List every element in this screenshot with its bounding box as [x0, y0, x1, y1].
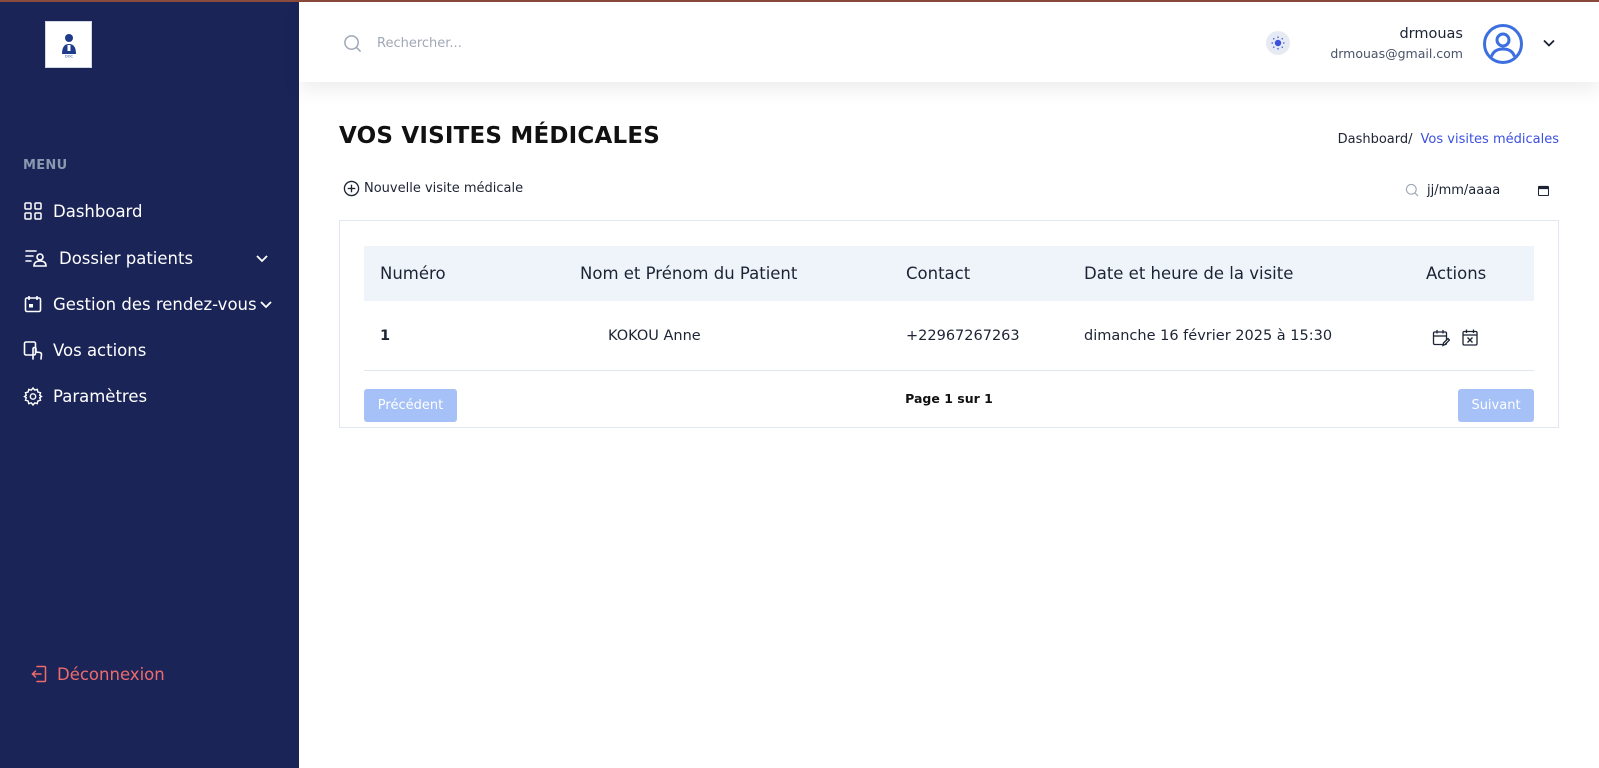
user-circle-icon: [1483, 24, 1523, 64]
theme-toggle[interactable]: [1266, 31, 1290, 55]
grid-icon: [23, 201, 43, 221]
sidebar-item-dashboard[interactable]: Dashboard: [23, 197, 143, 225]
new-visit-button[interactable]: Nouvelle visite médicale: [343, 180, 523, 197]
sidebar-item-label: Paramètres: [53, 386, 148, 406]
sidebar-item-dossier-patients[interactable]: Dossier patients: [23, 244, 273, 272]
date-input[interactable]: jj/mm/aaaa: [1427, 180, 1549, 200]
table-header: Numéro Nom et Prénom du Patient Contact …: [364, 246, 1534, 301]
user-email: drmouas@gmail.com: [1330, 46, 1463, 61]
logout-button[interactable]: Déconnexion: [31, 662, 165, 686]
svg-text:DOC: DOC: [65, 54, 73, 58]
sidebar-item-label: Vos actions: [53, 340, 147, 360]
breadcrumb-current: Vos visites médicales: [1420, 132, 1559, 147]
sun-icon: [1271, 36, 1285, 50]
app-logo[interactable]: DOC: [45, 21, 92, 68]
sidebar-item-vos-actions[interactable]: Vos actions: [23, 336, 146, 364]
sidebar-item-label: Dossier patients: [59, 248, 194, 268]
logout-label: Déconnexion: [57, 664, 165, 684]
cancel-calendar-icon[interactable]: [1462, 329, 1480, 347]
column-header-contact: Contact: [906, 264, 971, 283]
cell-patient: KOKOU Anne: [608, 328, 701, 344]
doctor-logo-icon: DOC: [61, 33, 76, 58]
search-icon: [1405, 183, 1419, 197]
chevron-down-icon: [259, 297, 273, 311]
top-header: drmouas drmouas@gmail.com: [299, 2, 1599, 82]
edit-calendar-icon[interactable]: [1432, 329, 1451, 347]
search-icon: [343, 34, 362, 57]
visits-table-card: Numéro Nom et Prénom du Patient Contact …: [339, 220, 1559, 428]
table-row: 1 KOKOU Anne +22967267263 dimanche 16 fé…: [364, 302, 1534, 371]
search-input[interactable]: [377, 30, 677, 56]
sidebar-item-parametres[interactable]: Paramètres: [23, 382, 147, 410]
page-title: VOS VISITES MÉDICALES: [339, 123, 661, 149]
plus-circle-icon: [343, 180, 360, 197]
next-page-button[interactable]: Suivant: [1458, 389, 1534, 422]
sidebar-item-gestion-rendez-vous[interactable]: Gestion des rendez-vous: [23, 290, 273, 318]
column-header-actions: Actions: [1426, 264, 1487, 283]
cell-numero: 1: [380, 328, 391, 344]
menu-title: MENU: [23, 158, 68, 173]
new-visit-label: Nouvelle visite médicale: [364, 181, 524, 196]
chevron-down-icon: [255, 251, 269, 265]
logout-icon: [31, 665, 47, 683]
calendar-icon: [23, 294, 43, 314]
page-indicator: Page 1 sur 1: [905, 391, 993, 406]
column-header-patient: Nom et Prénom du Patient: [580, 264, 798, 283]
sidebar-item-label: Gestion des rendez-vous: [53, 294, 257, 314]
sidebar-item-label: Dashboard: [53, 201, 143, 221]
cell-contact: +22967267263: [906, 328, 1020, 344]
calendar-picker-icon[interactable]: [1538, 185, 1549, 196]
gear-icon: [23, 386, 43, 406]
date-filter: jj/mm/aaaa: [1405, 180, 1549, 200]
breadcrumb-dashboard-link[interactable]: Dashboard/: [1338, 132, 1413, 147]
date-input-placeholder: jj/mm/aaaa: [1427, 182, 1501, 198]
avatar[interactable]: [1482, 23, 1524, 65]
sidebar: DOC MENU Dashboard Dossier patients Gest…: [0, 2, 299, 768]
column-header-numero: Numéro: [380, 264, 446, 283]
user-list-icon: [23, 248, 49, 268]
column-header-date: Date et heure de la visite: [1084, 264, 1294, 283]
touch-icon: [23, 340, 43, 360]
breadcrumb: Dashboard/ Vos visites médicales: [1338, 132, 1559, 147]
user-name: drmouas: [1399, 26, 1463, 42]
chevron-down-icon[interactable]: [1542, 35, 1556, 54]
cell-date: dimanche 16 février 2025 à 15:30: [1084, 328, 1333, 344]
